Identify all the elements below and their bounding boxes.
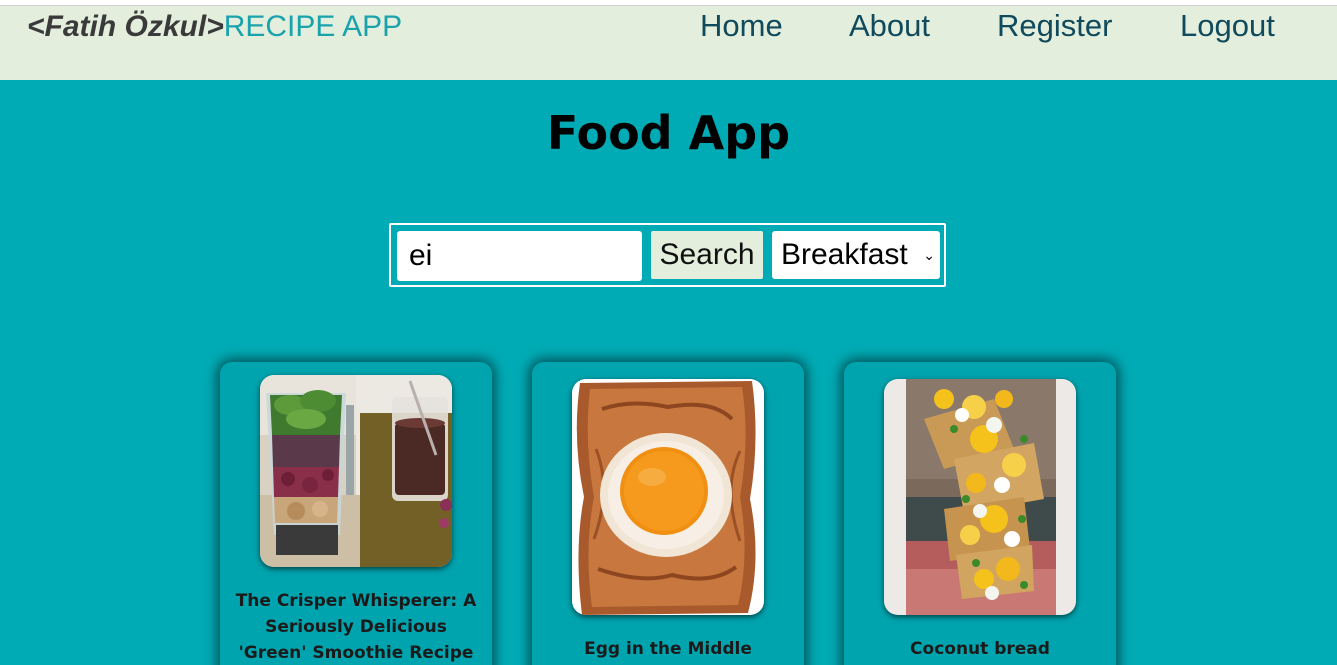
brand-logo[interactable]: <Fatih Özkul>RECIPE APP	[27, 10, 402, 44]
chevron-down-icon: ⌄	[923, 247, 935, 263]
recipe-title: Egg in the Middle	[584, 639, 752, 659]
navbar: <Fatih Özkul>RECIPE APP Home About Regis…	[0, 6, 1337, 80]
category-select[interactable]: Breakfast ⌄	[772, 231, 940, 279]
recipe-card[interactable]: Coconut bread	[844, 362, 1116, 665]
nav-link-logout[interactable]: Logout	[1180, 9, 1275, 43]
brand-app-name: RECIPE APP	[223, 10, 403, 43]
coconut-bread-picture	[884, 379, 1076, 615]
nav-link-register[interactable]: Register	[997, 9, 1112, 43]
recipe-image-smoothie[interactable]	[260, 375, 452, 567]
nav-link-home[interactable]: Home	[700, 9, 783, 43]
recipe-image-egg[interactable]	[572, 379, 764, 615]
category-select-value: Breakfast	[781, 238, 908, 271]
egg-picture	[572, 379, 764, 615]
recipe-title: Coconut bread	[910, 639, 1050, 659]
recipe-image-coconut-bread[interactable]	[884, 379, 1076, 615]
smoothie-picture	[260, 375, 452, 567]
recipe-card[interactable]: The Crisper Whisperer: A Seriously Delic…	[220, 362, 492, 665]
search-input[interactable]	[397, 231, 642, 281]
search-button[interactable]: Search	[651, 231, 763, 279]
recipe-title: The Crisper Whisperer: A Seriously Delic…	[235, 591, 477, 663]
brand-name: <Fatih Özkul>	[27, 10, 224, 43]
page-title: Food App	[546, 106, 791, 160]
search-form: Search Breakfast ⌄	[389, 223, 946, 287]
recipe-card[interactable]: Egg in the Middle	[532, 362, 804, 665]
nav-link-about[interactable]: About	[849, 9, 930, 43]
